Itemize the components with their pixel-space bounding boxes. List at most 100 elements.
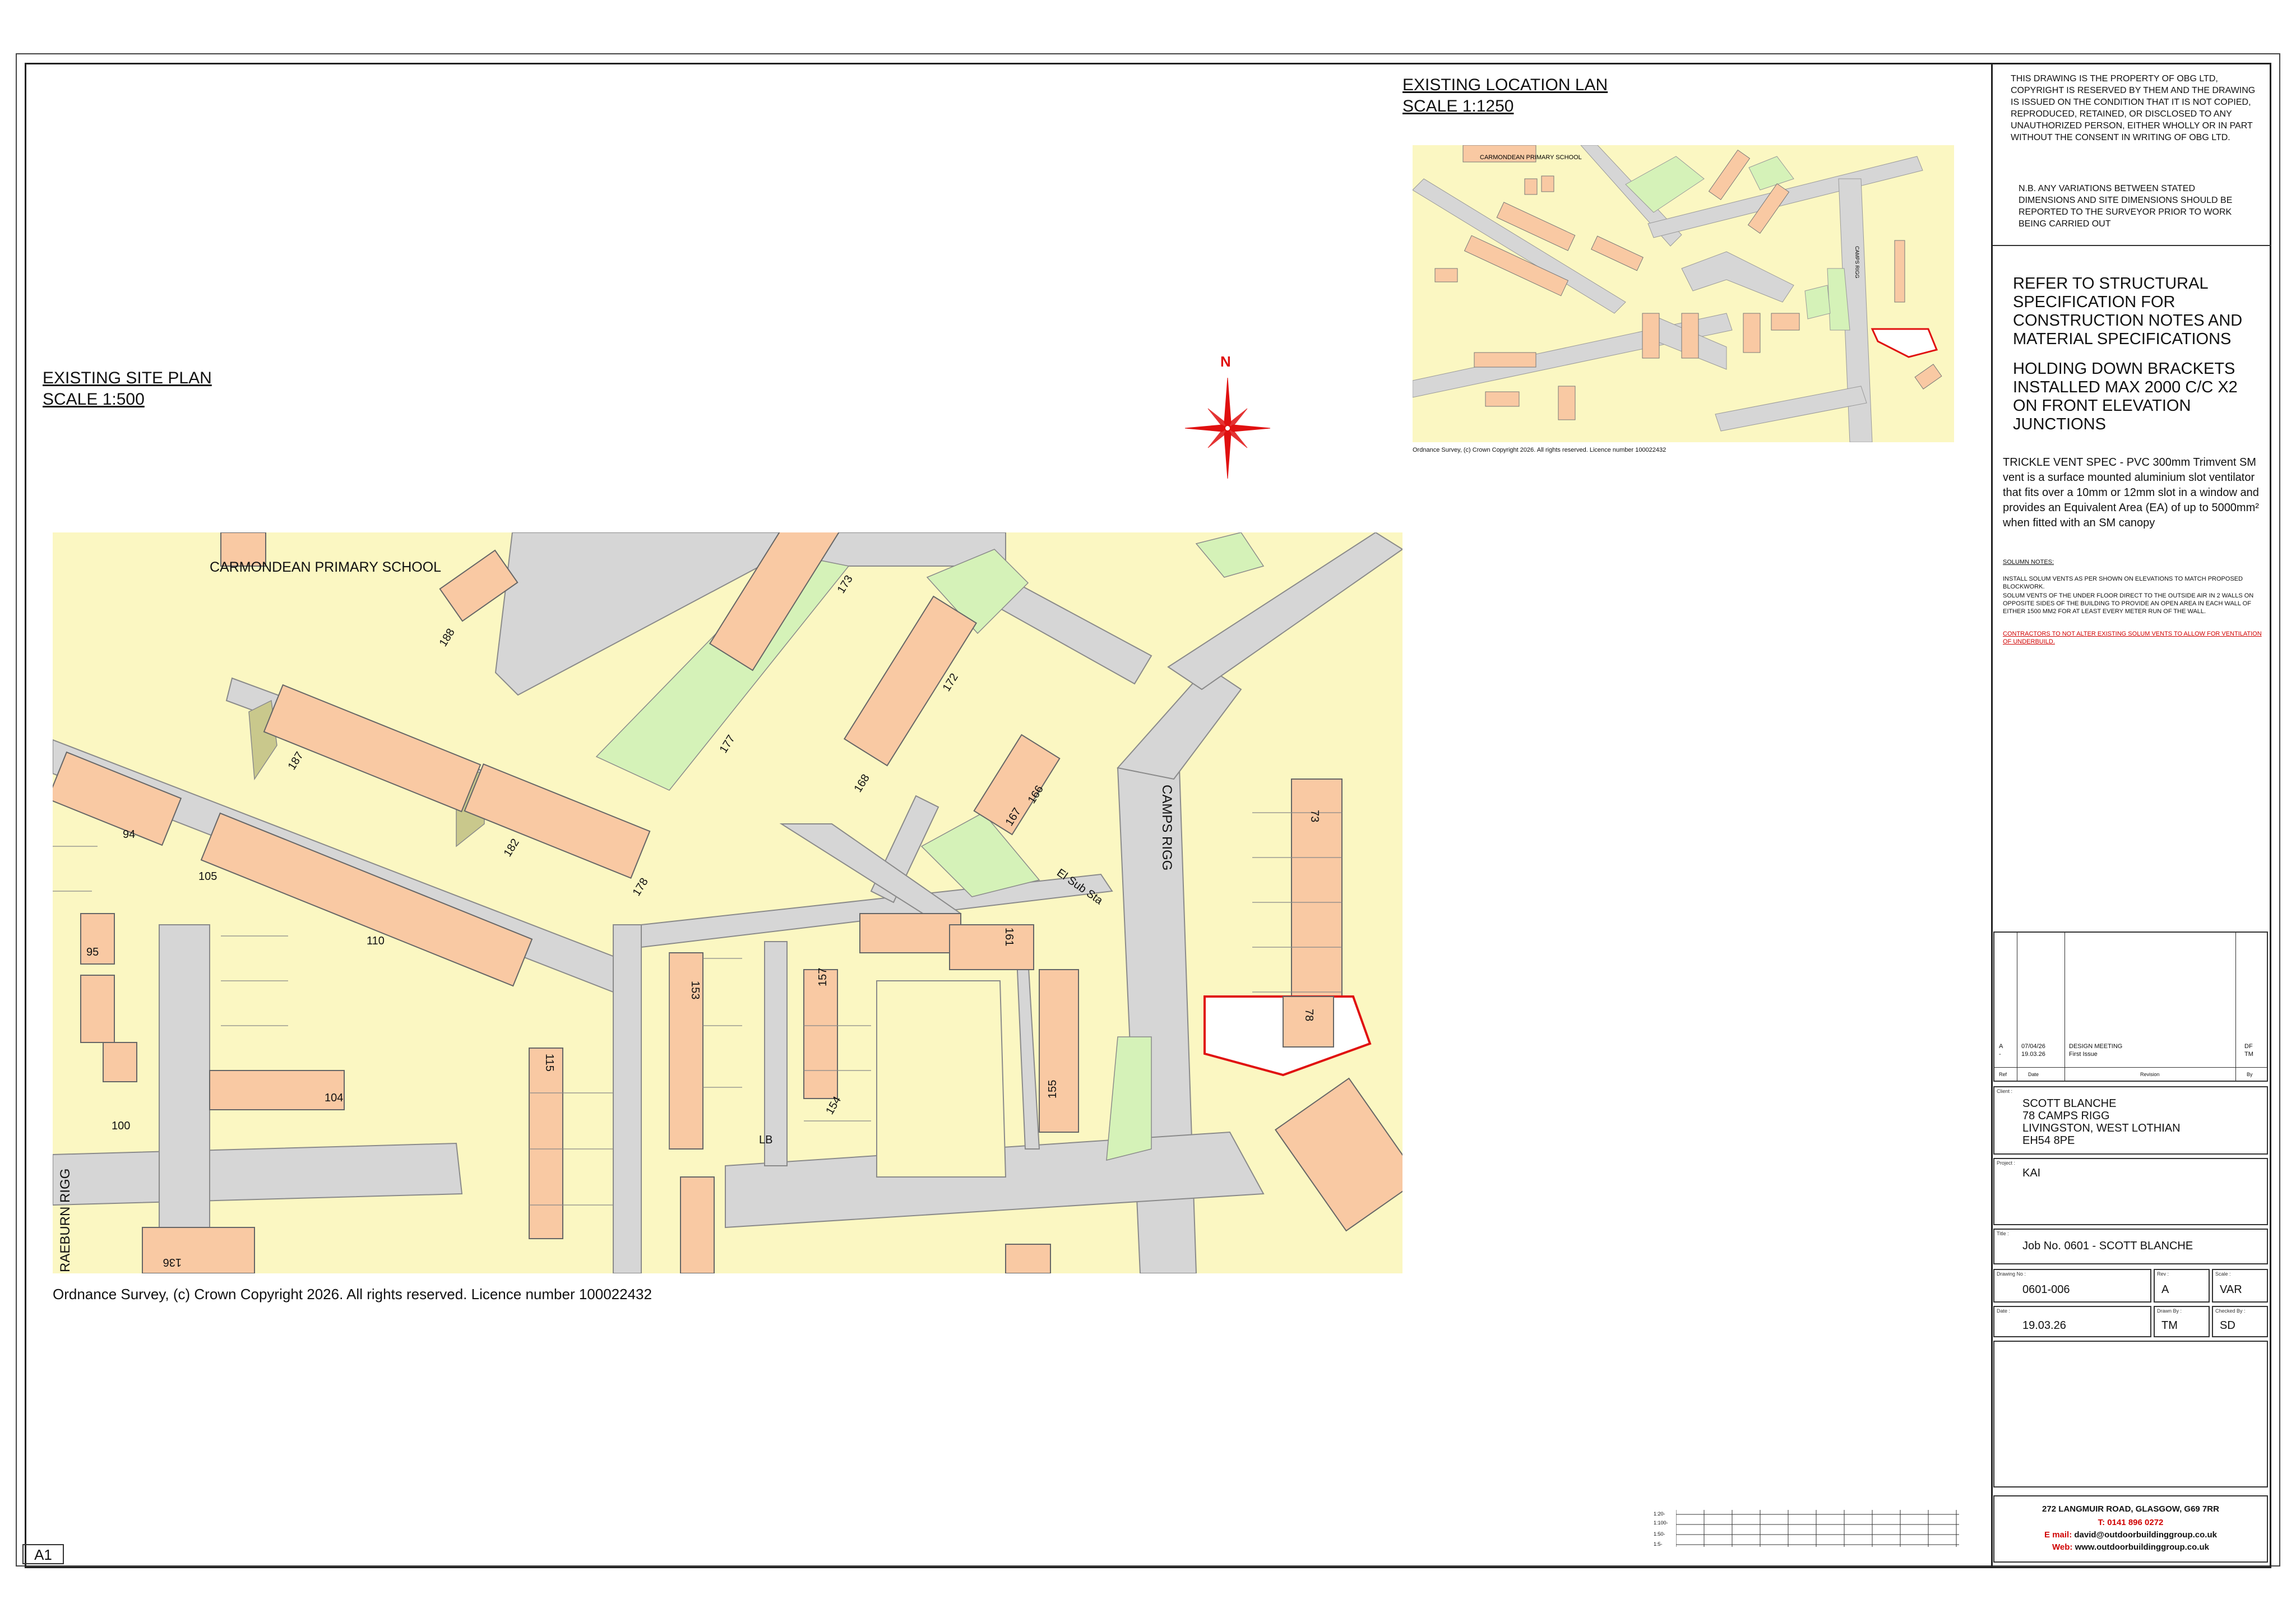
lb-label: LB (759, 1134, 772, 1146)
checked-label: Checked By : (2215, 1308, 2246, 1314)
location-plan-scale: SCALE 1:1250 (1402, 97, 1514, 115)
scale-bar: 1:20- 1:100- 1:50- 1:5- (1654, 1508, 1968, 1553)
scale-label: Scale : (2215, 1271, 2231, 1277)
rev-label: Rev : (2157, 1271, 2169, 1277)
location-plan-title: EXISTING LOCATION LAN (1402, 76, 1608, 94)
scale-value: VAR (2220, 1283, 2242, 1296)
location-school-label: CARMONDEAN PRIMARY SCHOOL (1480, 154, 1582, 161)
raeburn-rigg-label: RAEBURN RIGG (58, 1169, 73, 1272)
rev-by-a: DF (2244, 1043, 2253, 1050)
house-100: 100 (112, 1120, 130, 1132)
scale-row-2: 1:100- (1654, 1520, 1668, 1526)
house-95: 95 (86, 946, 99, 958)
client-name: SCOTT BLANCHE (2022, 1097, 2117, 1110)
project-label: Project : (1997, 1160, 2016, 1166)
rev-text-a: DESIGN MEETING (2069, 1043, 2123, 1050)
house-104: 104 (325, 1092, 343, 1104)
scale-row-4: 1:5- (1654, 1541, 1663, 1547)
project-name: KAI (2022, 1167, 2041, 1179)
client-address-1: 78 CAMPS RIGG (2022, 1110, 2110, 1122)
house-155: 155 (1047, 1080, 1059, 1099)
company-tel: 0141 896 0272 (2107, 1518, 2164, 1527)
site-map-drawing: CARMONDEAN PRIMARY SCHOOL CAMPS RIGG RAE… (53, 532, 1402, 1273)
trickle-vent-spec: TRICKLE VENT SPEC - PVC 300mm Trimvent S… (2003, 456, 2259, 529)
rev-header-ref: Ref (1999, 1072, 2007, 1077)
company-email[interactable]: david@outdoorbuildinggroup.co.uk (2074, 1530, 2217, 1540)
brackets-note: HOLDING DOWN BRACKETS INSTALLED MAX 2000… (2013, 360, 2238, 433)
solum-notes-title: SOLUMN NOTES: (2003, 559, 2054, 566)
company-web[interactable]: www.outdoorbuildinggroup.co.uk (2075, 1542, 2209, 1552)
rev-text-b: First Issue (2069, 1051, 2098, 1058)
scale-box: Scale : VAR (2212, 1269, 2268, 1303)
school-label-line: CARMONDEAN PRIMARY SCHOOL (210, 559, 441, 575)
drawing-no-box: Drawing No : 0601-006 (1993, 1269, 2151, 1303)
house-73: 73 (1308, 810, 1321, 822)
rev-header-revision: Revision (2140, 1072, 2160, 1077)
company-tel-label: T: (2098, 1518, 2105, 1527)
site-plan-heading: EXISTING SITE PLAN SCALE 1:500 (43, 368, 212, 410)
company-address: 272 LANGMUIR ROAD, GLASGOW, G69 7RR (2042, 1504, 2219, 1514)
rev-ref-a: A (1999, 1043, 2003, 1050)
company-box: 272 LANGMUIR ROAD, GLASGOW, G69 7RR T: 0… (1993, 1495, 2268, 1563)
location-copyright: Ordnance Survey, (c) Crown Copyright 202… (1413, 447, 1667, 453)
project-box: Project : KAI (1993, 1158, 2268, 1225)
rev-header-by: By (2247, 1072, 2253, 1077)
location-map-drawing: CARMONDEAN PRIMARY SCHOOL CAMPS RIGG (1413, 145, 1954, 442)
house-161: 161 (1003, 928, 1015, 946)
house-115: 115 (543, 1054, 556, 1072)
rev-header-date: Date (2028, 1072, 2039, 1077)
north-arrow: N (1183, 352, 1272, 492)
house-94: 94 (123, 828, 135, 841)
scale-row-3: 1:50- (1654, 1531, 1665, 1537)
variations-note: N.B. ANY VARIATIONS BETWEEN STATED DIMEN… (2019, 184, 2233, 229)
rev-value: A (2161, 1283, 2169, 1296)
date-label: Date : (1997, 1308, 2011, 1314)
drawing-no: 0601-006 (2022, 1283, 2070, 1296)
date-box: Date : 19.03.26 (1993, 1306, 2151, 1337)
client-postcode: EH54 8PE (2022, 1134, 2075, 1147)
scale-bar-ticks (1676, 1510, 1959, 1547)
rev-date-b: 19.03.26 (2021, 1051, 2045, 1058)
date-value: 19.03.26 (2022, 1319, 2066, 1332)
sheet-size-label: A1 (22, 1544, 64, 1564)
site-plan-scale: SCALE 1:500 (43, 390, 145, 409)
location-road-label: CAMPS RIGG (1854, 246, 1860, 279)
house-78: 78 (1303, 1009, 1315, 1021)
panel-divider (1993, 245, 2271, 246)
copyright-notice: THIS DRAWING IS THE PROPERTY OF OBG LTD,… (2011, 74, 2256, 142)
solum-note-2: SOLUM VENTS OF THE UNDER FLOOR DIRECT TO… (2003, 592, 2254, 615)
company-email-label: E mail: (2044, 1530, 2072, 1540)
revision-table: A- 07/04/26 19.03.26 DESIGN MEETING First … (1993, 932, 2268, 1082)
house-157: 157 (817, 968, 829, 986)
drawn-value: TM (2161, 1319, 2178, 1332)
north-label: N (1220, 353, 1231, 370)
site-plan-map: CARMONDEAN PRIMARY SCHOOL CAMPS RIGG RAE… (53, 532, 1402, 1273)
house-110: 110 (367, 935, 385, 947)
location-plan-map: CARMONDEAN PRIMARY SCHOOL CAMPS RIGG (1413, 145, 1954, 442)
location-plan-heading: EXISTING LOCATION LAN SCALE 1:1250 (1402, 75, 1608, 117)
company-web-label: Web: (2052, 1542, 2073, 1552)
site-plan-copyright: Ordnance Survey, (c) Crown Copyright 202… (53, 1286, 652, 1303)
site-plan-title: EXISTING SITE PLAN (43, 369, 212, 387)
title-label: Title : (1997, 1231, 2009, 1236)
drawing-title: Job No. 0601 - SCOTT BLANCHE (2022, 1240, 2193, 1252)
drawn-box: Drawn By : TM (2154, 1306, 2210, 1337)
solum-note-1: INSTALL SOLUM VENTS AS PER SHOWN ON ELEV… (2003, 576, 2243, 590)
client-address-2: LIVINGSTON, WEST LOTHIAN (2022, 1122, 2181, 1134)
house-105: 105 (198, 870, 217, 883)
drawing-no-label: Drawing No : (1997, 1271, 2026, 1277)
rev-ref-b: - (1999, 1051, 2001, 1058)
title-box: Title : Job No. 0601 - SCOTT BLANCHE (1993, 1229, 2268, 1264)
rev-date-a: 07/04/26 (2021, 1043, 2045, 1050)
compass-rose-icon (1184, 377, 1271, 479)
structural-note: REFER TO STRUCTURAL SPECIFICATION FOR CO… (2013, 275, 2243, 348)
drawn-label: Drawn By : (2157, 1308, 2182, 1314)
rev-box: Rev : A (2154, 1269, 2210, 1303)
checked-box: Checked By : SD (2212, 1306, 2268, 1337)
client-box: Client : SCOTT BLANCHE 78 CAMPS RIGG LIV… (1993, 1086, 2268, 1155)
scale-row-1: 1:20- (1654, 1511, 1665, 1517)
logo-box (1993, 1341, 2268, 1487)
house-136: 136 (163, 1256, 182, 1268)
client-label: Client : (1997, 1088, 2013, 1094)
camps-rigg-label: CAMPS RIGG (1159, 785, 1174, 870)
